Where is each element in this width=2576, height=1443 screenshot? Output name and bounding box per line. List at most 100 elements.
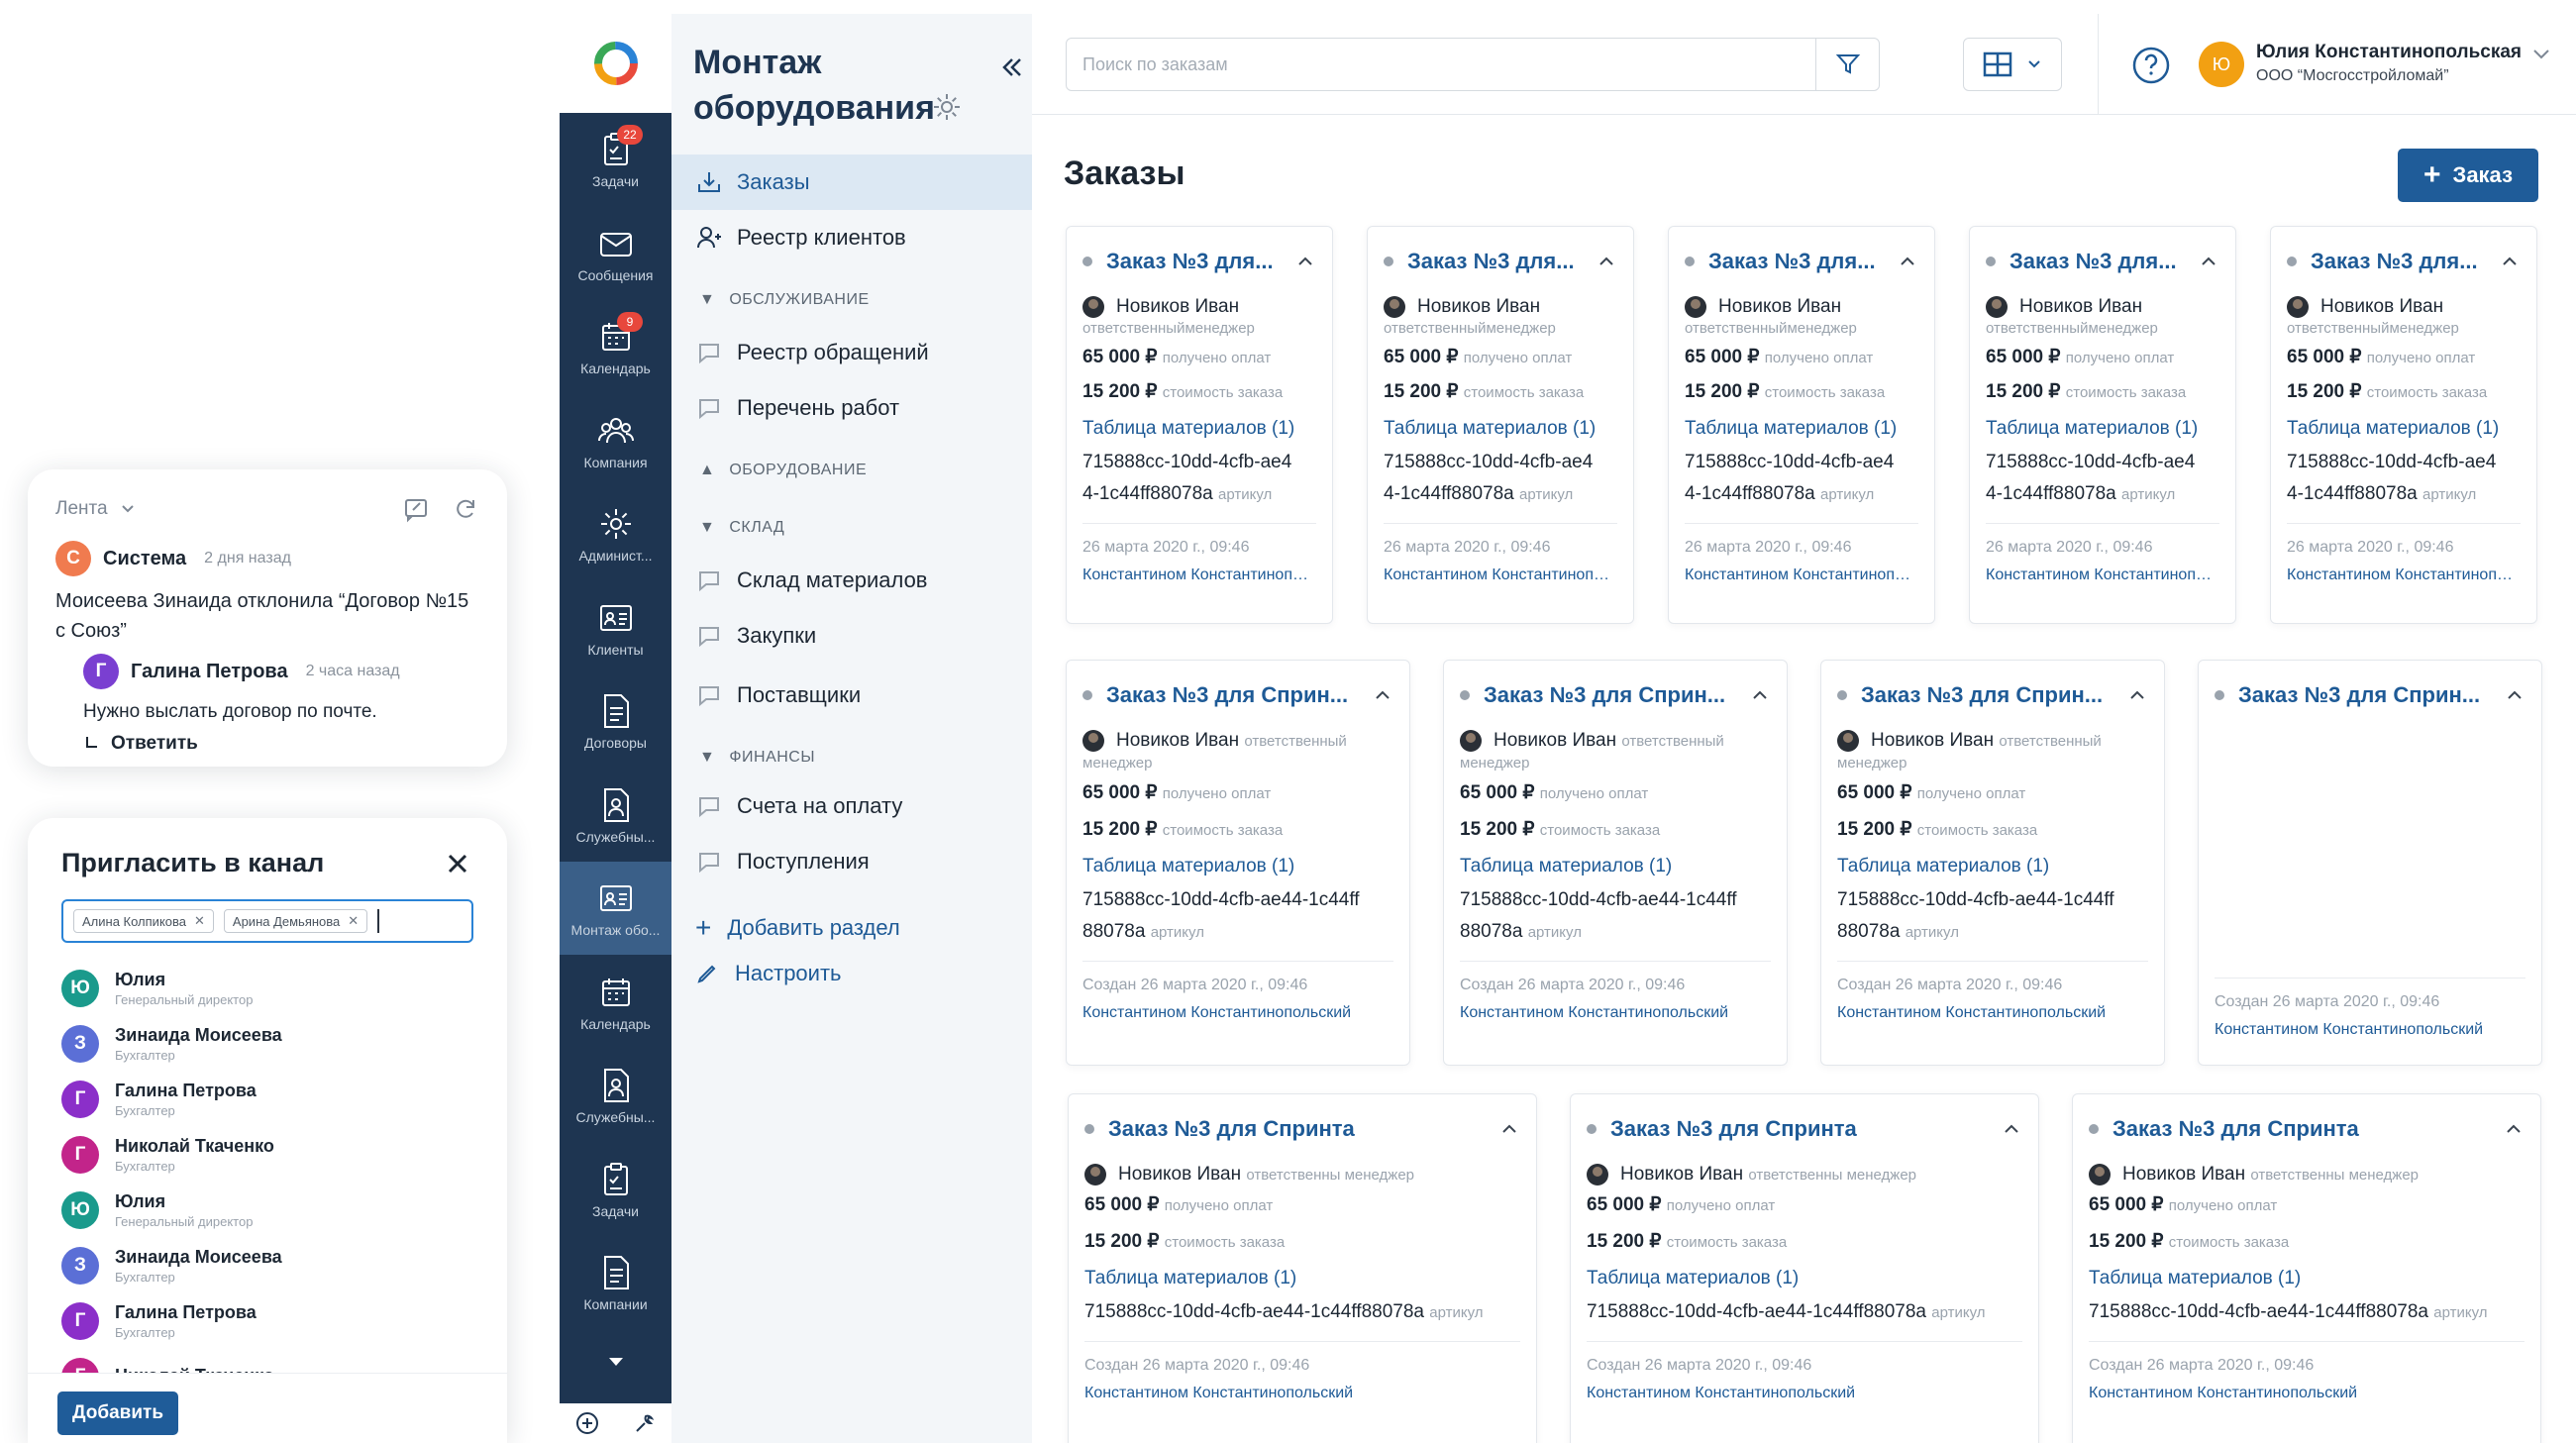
contact-item[interactable]: Ю Юлия Генеральный директор (61, 1183, 477, 1238)
nav-item-warehouse[interactable]: Склад материалов (671, 553, 1032, 608)
rail-item[interactable]: Календарь 9 (560, 300, 671, 393)
view-toggle[interactable] (1963, 38, 2062, 91)
rail-item[interactable]: Договоры (560, 674, 671, 768)
order-title[interactable]: Заказ №3 для... (2311, 249, 2478, 274)
order-title[interactable]: Заказ №3 для Спринта (1610, 1116, 1857, 1142)
materials-link[interactable]: Таблица материалов (1) (1986, 411, 2219, 447)
order-title[interactable]: Заказ №3 для... (2009, 249, 2177, 274)
order-title[interactable]: Заказ №3 для Спринта (2112, 1116, 2359, 1142)
order-card[interactable]: Заказ №3 для Спринта Новиков Иван ответс… (1570, 1093, 2039, 1443)
materials-link[interactable]: Таблица материалов (1) (1082, 849, 1393, 884)
nav-group-warehouse[interactable]: ▼ СКЛАД (699, 519, 784, 537)
created-by[interactable]: Константином Константинопольский (1082, 999, 1393, 1027)
collapse-icon[interactable] (998, 53, 1026, 81)
app-logo[interactable] (560, 14, 671, 113)
chevron-up-icon[interactable] (1294, 251, 1316, 272)
order-title[interactable]: Заказ №3 для Сприн... (1861, 682, 2103, 708)
created-by[interactable]: Константином Константинопольским (1082, 562, 1316, 589)
configure-link[interactable]: Настроить (695, 961, 842, 986)
new-order-button[interactable]: + Заказ (2398, 149, 2538, 202)
order-title[interactable]: Заказ №3 для... (1106, 249, 1274, 274)
created-by[interactable]: Константином Константинопольский (2215, 1016, 2525, 1044)
chevron-up-icon[interactable] (2001, 1118, 2022, 1140)
order-card[interactable]: Заказ №3 для Сприн... Новиков Иван ответ… (1820, 660, 2165, 1066)
rail-item[interactable]: Сообщения (560, 207, 671, 300)
rail-item[interactable]: Монтаж обо... (560, 862, 671, 955)
chevron-up-icon[interactable] (1749, 684, 1771, 706)
rail-item[interactable]: Админист... (560, 487, 671, 580)
add-section-link[interactable]: + Добавить раздел (695, 914, 900, 942)
created-by[interactable]: Константином Константинопольским (2287, 562, 2521, 589)
order-title[interactable]: Заказ №3 для Сприн... (1484, 682, 1725, 708)
rail-item[interactable]: Служебны... (560, 1049, 671, 1142)
reply-button[interactable]: Ответить (85, 733, 479, 755)
created-by[interactable]: Константином Константинопольским (1384, 562, 1617, 589)
chevron-up-icon[interactable] (2504, 684, 2525, 706)
chip-remove-icon[interactable]: ✕ (194, 913, 205, 929)
order-card[interactable]: Заказ №3 для... Новиков Иван ответственн… (1367, 226, 1634, 624)
filter-button[interactable] (1815, 39, 1879, 90)
materials-link[interactable]: Таблица материалов (1) (1685, 411, 1918, 447)
invite-search-input[interactable]: Алина Колпикова ✕ Арина Демьянова ✕ (61, 899, 473, 943)
chip-remove-icon[interactable]: ✕ (348, 913, 359, 929)
chevron-up-icon[interactable] (2499, 251, 2521, 272)
order-card[interactable]: Заказ №3 для Сприн... Новиков Иван ответ… (1066, 660, 1410, 1066)
gear-icon[interactable] (931, 91, 963, 123)
nav-item-suppliers[interactable]: Поставщики (671, 668, 1032, 723)
rail-item[interactable]: Календарь (560, 956, 671, 1049)
order-card[interactable]: Заказ №3 для Сприн... Создан 26 марта 20… (2198, 660, 2542, 1066)
contact-item[interactable]: Г Галина Петрова Бухгалтер (61, 1293, 477, 1349)
feed-reply-author[interactable]: Галина Петрова (131, 661, 288, 683)
rail-item[interactable]: Служебны... (560, 769, 671, 862)
nav-group-finance[interactable]: ▼ ФИНАНСЫ (699, 749, 815, 767)
contact-item[interactable]: З Зинаида Моисеева Бухгалтер (61, 1238, 477, 1293)
nav-item-invoices[interactable]: Счета на оплату (671, 778, 1032, 834)
rail-item[interactable]: Компания (560, 394, 671, 487)
order-card[interactable]: Заказ №3 для Спринта Новиков Иван ответс… (2072, 1093, 2541, 1443)
nav-item-orders[interactable]: Заказы (671, 155, 1032, 210)
nav-item-purchases[interactable]: Закупки (671, 608, 1032, 664)
chevron-up-icon[interactable] (1498, 1118, 1520, 1140)
chevron-down-icon[interactable] (2529, 42, 2553, 65)
order-card[interactable]: Заказ №3 для... Новиков Иван ответственн… (1668, 226, 1935, 624)
chevron-up-icon[interactable] (2198, 251, 2219, 272)
contact-item[interactable]: Г Николай Ткаченко Бухгалтер (61, 1127, 477, 1183)
nav-item-works[interactable]: Перечень работ (671, 380, 1032, 436)
chevron-up-icon[interactable] (1897, 251, 1918, 272)
add-circle-icon[interactable] (574, 1410, 600, 1436)
order-card[interactable]: Заказ №3 для... Новиков Иван ответственн… (2270, 226, 2537, 624)
chevron-up-icon[interactable] (1372, 684, 1393, 706)
search-input[interactable]: Поиск по заказам (1066, 38, 1880, 91)
created-by[interactable]: Константином Константинопольский (2089, 1380, 2524, 1407)
chevron-up-icon[interactable] (2503, 1118, 2524, 1140)
close-icon[interactable] (444, 850, 471, 877)
order-card[interactable]: Заказ №3 для... Новиков Иван ответственн… (1066, 226, 1333, 624)
order-title[interactable]: Заказ №3 для Спринта (1108, 1116, 1355, 1142)
materials-link[interactable]: Таблица материалов (1) (1837, 849, 2148, 884)
contact-item[interactable]: З Зинаида Моисеева Бухгалтер (61, 1016, 477, 1072)
nav-item-requests[interactable]: Реестр обращений (671, 325, 1032, 380)
order-title[interactable]: Заказ №3 для Сприн... (2238, 682, 2480, 708)
materials-link[interactable]: Таблица материалов (1) (1587, 1261, 2022, 1296)
add-button[interactable]: Добавить (57, 1391, 178, 1435)
created-by[interactable]: Константином Константинопольским (1986, 562, 2219, 589)
help-icon[interactable] (2131, 46, 2171, 85)
user-avatar[interactable]: Ю (2199, 42, 2244, 87)
nav-group-equipment[interactable]: ▲ ОБОРУДОВАНИЕ (699, 462, 867, 479)
rail-more-button[interactable] (560, 1347, 671, 1377)
chevron-up-icon[interactable] (1596, 251, 1617, 272)
nav-group-service[interactable]: ▼ ОБСЛУЖИВАНИЕ (699, 291, 870, 309)
order-title[interactable]: Заказ №3 для... (1708, 249, 1876, 274)
nav-item-receipts[interactable]: Поступления (671, 834, 1032, 889)
created-by[interactable]: Константином Константинопольский (1837, 999, 2148, 1027)
order-title[interactable]: Заказ №3 для Сприн... (1106, 682, 1348, 708)
created-by[interactable]: Константином Константинопольским (1685, 562, 1918, 589)
chevron-down-icon[interactable] (118, 499, 138, 519)
compose-icon[interactable] (402, 495, 430, 523)
created-by[interactable]: Константином Константинопольский (1084, 1380, 1520, 1407)
rail-item[interactable]: Клиенты (560, 581, 671, 674)
order-card[interactable]: Заказ №3 для Сприн... Новиков Иван ответ… (1443, 660, 1788, 1066)
feed-title[interactable]: Лента (55, 498, 108, 520)
wrench-icon[interactable] (631, 1410, 657, 1436)
rail-item[interactable]: Задачи 22 (560, 113, 671, 206)
